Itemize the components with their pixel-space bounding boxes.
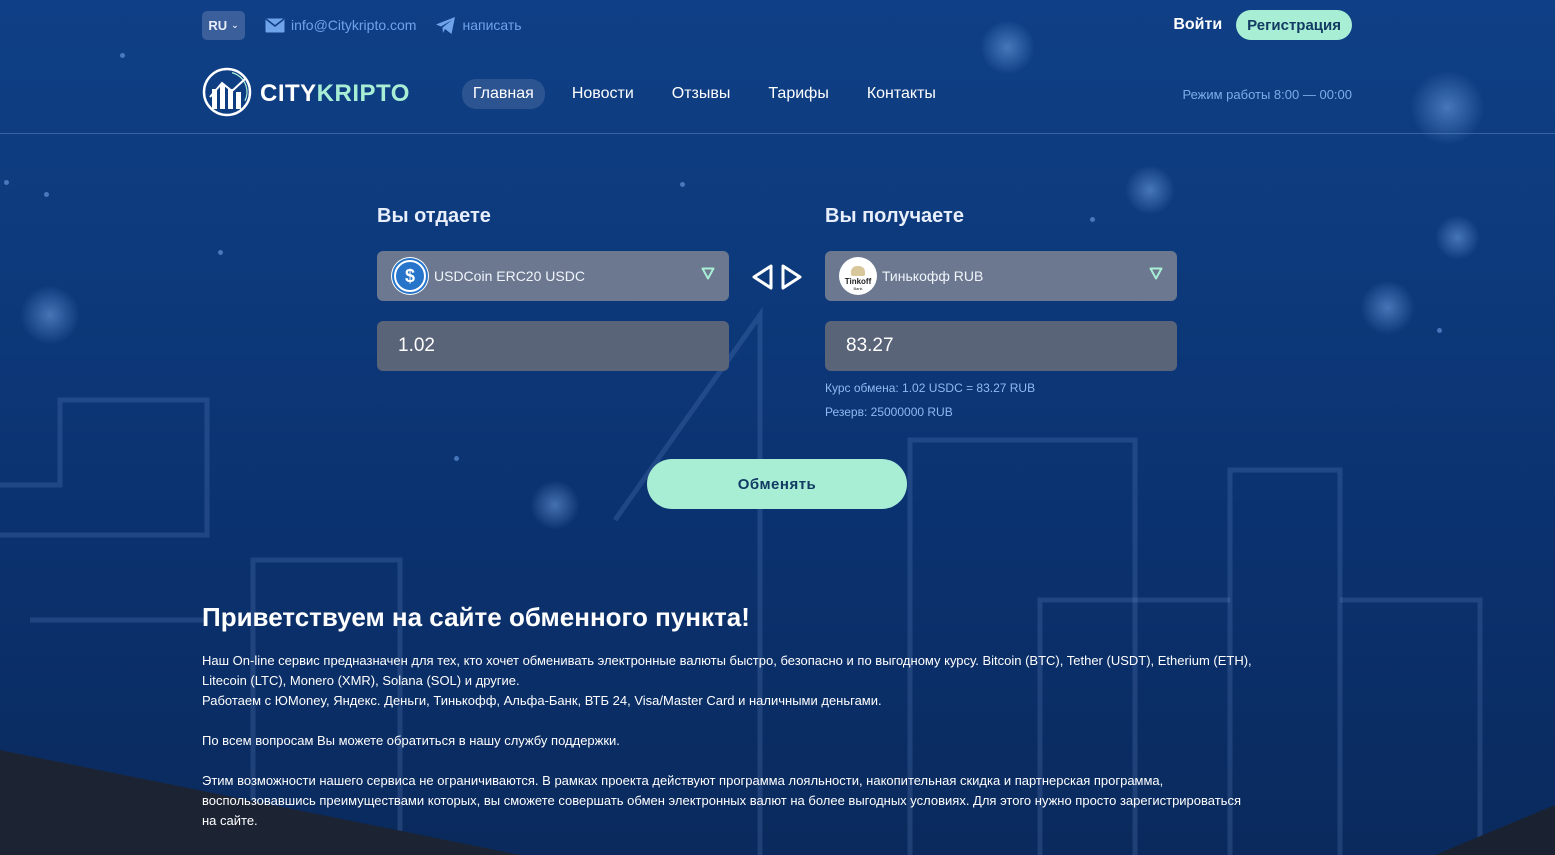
telegram-icon (436, 16, 456, 34)
welcome-heading: Приветствуем на сайте обменного пункта! (202, 602, 750, 632)
login-link[interactable]: Войти (1173, 16, 1222, 34)
give-title: Вы отдаете (377, 205, 491, 227)
envelope-icon (265, 17, 285, 33)
swap-arrows-icon[interactable] (749, 262, 805, 292)
register-button[interactable]: Регистрация (1236, 10, 1352, 40)
give-currency-label: USDCoin ERC20 USDC (434, 268, 585, 284)
language-selector[interactable]: RU ⌄ (202, 10, 245, 40)
support-paragraph: По всем вопросам Вы можете обратиться в … (202, 733, 620, 748)
welcome-paragraph-line: Litecoin (LTC), Monero (XMR), Solana (SO… (202, 673, 520, 688)
welcome-paragraph-line: Наш On-line сервис предназначен для тех,… (202, 653, 1252, 668)
language-label: RU (208, 17, 228, 33)
email-link[interactable]: info@Citykripto.com (265, 17, 416, 33)
tinkoff-logo-subtext: Bank (853, 285, 863, 291)
usdc-coin-icon: $ (391, 257, 429, 295)
nav-item-reviews[interactable]: Отзывы (661, 79, 742, 109)
header-divider (0, 133, 1555, 134)
logo-wordmark-city: CITY (260, 80, 317, 107)
welcome-paragraph-line: Работаем с ЮMoney, Яндекс. Деньги, Тиньк… (202, 693, 882, 708)
logo-wordmark: CITYKRIPTO (260, 80, 410, 108)
exchange-rate-text: Курс обмена: 1.02 USDC = 83.27 RUB (825, 381, 1036, 395)
main-header: CITYKRIPTO Главная Новости Отзывы Тарифы… (202, 67, 1352, 122)
receive-currency-label: Тинькофф RUB (882, 268, 984, 284)
receive-currency-select[interactable]: Tinkoff Bank Тинькофф RUB (825, 251, 1177, 301)
give-panel: Вы отдаете $ USDCoin ERC20 USDC 1.02 (377, 205, 729, 371)
top-bar: RU ⌄ info@Citykripto.com написать Войти … (202, 10, 1352, 40)
logo-wordmark-kripto: KRIPTO (316, 80, 410, 107)
receive-amount-input[interactable]: 83.27 (825, 321, 1177, 371)
nav-item-home[interactable]: Главная (461, 79, 545, 109)
telegram-link[interactable]: написать (436, 16, 522, 34)
nav-item-news[interactable]: Новости (561, 79, 645, 109)
tinkoff-bank-icon: Tinkoff Bank (839, 257, 877, 295)
main-navigation: Главная Новости Отзывы Тарифы Контакты (461, 79, 963, 109)
email-text: info@Citykripto.com (291, 17, 417, 33)
exchange-submit-button[interactable]: Обменять (647, 459, 907, 509)
features-paragraph-line: воспользовавшись преимуществами которых,… (202, 793, 1241, 808)
features-paragraph-line: Этим возможности нашего сервиса не огран… (202, 773, 1164, 788)
welcome-section: Приветствуем на сайте обменного пункта! … (202, 602, 1352, 831)
nav-item-contacts[interactable]: Контакты (856, 79, 947, 109)
give-amount-input[interactable]: 1.02 (377, 321, 729, 371)
telegram-text: написать (462, 17, 522, 33)
site-logo[interactable]: CITYKRIPTO (202, 67, 410, 122)
dropdown-triangle-icon (701, 267, 715, 285)
working-hours: Режим работы 8:00 — 00:00 (1182, 86, 1352, 102)
features-paragraph-line: на сайте. (202, 813, 258, 828)
reserve-text: Резерв: 25000000 RUB (825, 405, 953, 419)
receive-panel: Вы получаете Tinkoff Bank Тинькофф RUB 8… (825, 205, 1177, 419)
dropdown-triangle-icon (1149, 267, 1163, 285)
nav-item-tariffs[interactable]: Тарифы (757, 79, 839, 109)
tinkoff-logo-text: Tinkoff (844, 276, 872, 286)
city-bars-logo-icon (202, 67, 252, 122)
receive-title: Вы получаете (825, 205, 964, 227)
give-currency-select[interactable]: $ USDCoin ERC20 USDC (377, 251, 729, 301)
chevron-down-icon: ⌄ (231, 19, 239, 30)
